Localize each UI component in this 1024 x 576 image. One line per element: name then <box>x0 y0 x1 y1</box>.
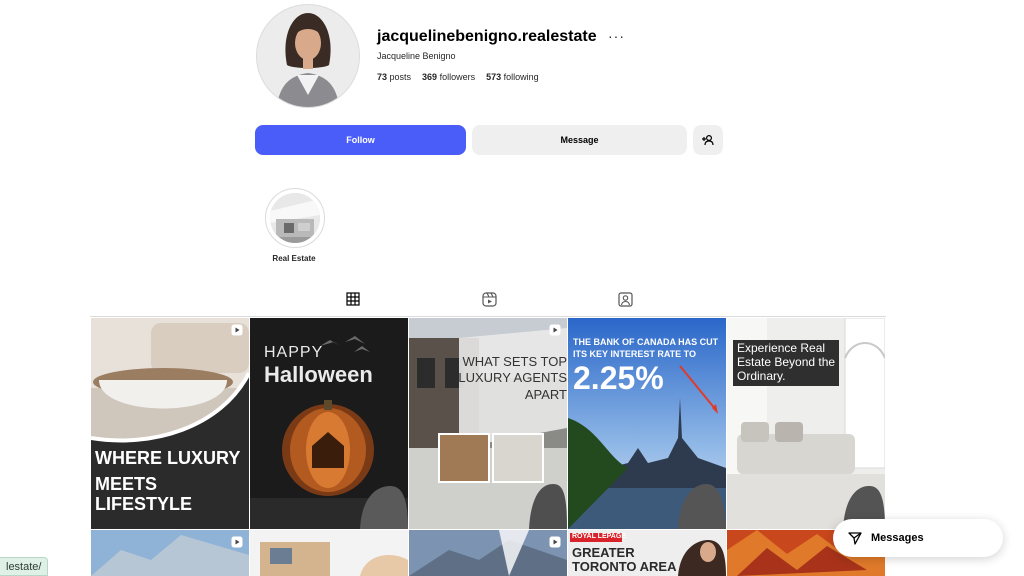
post-title-line: WHERE LUXURY <box>95 448 241 468</box>
post-title-line: LUXURY AGENTS <box>458 370 567 386</box>
send-icon <box>848 532 862 545</box>
tab-reels[interactable] <box>467 292 511 316</box>
reel-icon <box>231 536 243 548</box>
post-title-line: GREATER <box>572 545 635 560</box>
profile-full-name: Jacqueline Benigno <box>377 51 456 61</box>
reels-icon <box>481 292 497 307</box>
profile-stats: 73 posts 369 followers 573 following <box>377 72 539 82</box>
messages-button[interactable]: Messages <box>833 519 1003 557</box>
post-title-line: TORONTO AREA <box>572 559 677 575</box>
post-title-line: Halloween <box>264 361 373 387</box>
post-title-line: HAPPY <box>264 344 324 361</box>
post-tile[interactable]: WHERE LUXURY MEETS LIFESTYLE <box>91 318 249 529</box>
highlight-thumbnail <box>270 193 320 243</box>
post-title-line: WHAT SETS TOP <box>462 354 567 369</box>
story-highlight[interactable] <box>265 188 325 248</box>
grid-icon <box>346 292 360 306</box>
post-title-line: APART <box>524 386 567 402</box>
messages-label: Messages <box>871 532 924 544</box>
tab-posts[interactable] <box>331 292 375 317</box>
followers-stat[interactable]: 369 followers <box>422 72 475 82</box>
following-label: following <box>503 72 539 82</box>
posts-stat: 73 posts <box>377 72 411 82</box>
post-tile[interactable] <box>91 530 249 576</box>
followers-label: followers <box>439 72 476 82</box>
add-user-button[interactable] <box>693 125 723 155</box>
tagged-icon <box>617 292 633 307</box>
post-title-line: THE BANK OF CANADA HAS CUT <box>573 337 719 347</box>
post-tile[interactable]: ROYAL LEPAGE GREATER TORONTO AREA <box>568 530 726 576</box>
tab-tagged[interactable] <box>603 292 647 316</box>
post-tile[interactable] <box>250 530 408 576</box>
profile-username: jacquelinebenigno.realestate <box>377 28 597 45</box>
following-stat[interactable]: 573 following <box>486 72 539 82</box>
post-tile[interactable]: THE BANK OF CANADA HAS CUT ITS KEY INTER… <box>568 318 726 529</box>
following-count: 573 <box>486 72 502 82</box>
posts-count: 73 <box>377 72 388 82</box>
more-options-icon[interactable]: ··· <box>608 28 625 44</box>
status-url: lestate/ <box>0 557 49 576</box>
post-title-line: Estate Beyond the <box>737 355 836 370</box>
post-tile[interactable]: Experience Real Estate Beyond the Ordina… <box>727 318 885 529</box>
post-title-box: Experience Real Estate Beyond the Ordina… <box>733 340 840 386</box>
reel-icon <box>549 536 561 548</box>
post-title-line: ITS KEY INTEREST RATE TO <box>573 348 697 359</box>
followers-count: 369 <box>422 72 438 82</box>
post-title-line: MEETS LIFESTYLE <box>95 473 193 514</box>
highlight-label: Real Estate <box>272 254 316 263</box>
post-title-line: ROYAL LEPAGE <box>572 533 626 540</box>
post-title-line: Ordinary. <box>737 369 786 384</box>
reel-icon <box>231 324 243 336</box>
post-rate: 2.25% <box>573 359 664 396</box>
post-title-line: Experience Real <box>737 341 826 355</box>
reel-icon <box>549 324 561 336</box>
message-button[interactable]: Message <box>472 125 687 155</box>
post-tile[interactable]: HAPPY Halloween <box>250 318 408 529</box>
follow-button[interactable]: Follow <box>255 125 466 155</box>
tabs-divider <box>90 316 886 317</box>
posts-label: posts <box>389 72 412 82</box>
profile-avatar[interactable] <box>256 4 360 108</box>
post-tile[interactable]: WHAT SETS TOP LUXURY AGENTS APART <box>409 318 567 529</box>
post-tile[interactable] <box>409 530 567 576</box>
add-user-icon <box>702 134 714 146</box>
